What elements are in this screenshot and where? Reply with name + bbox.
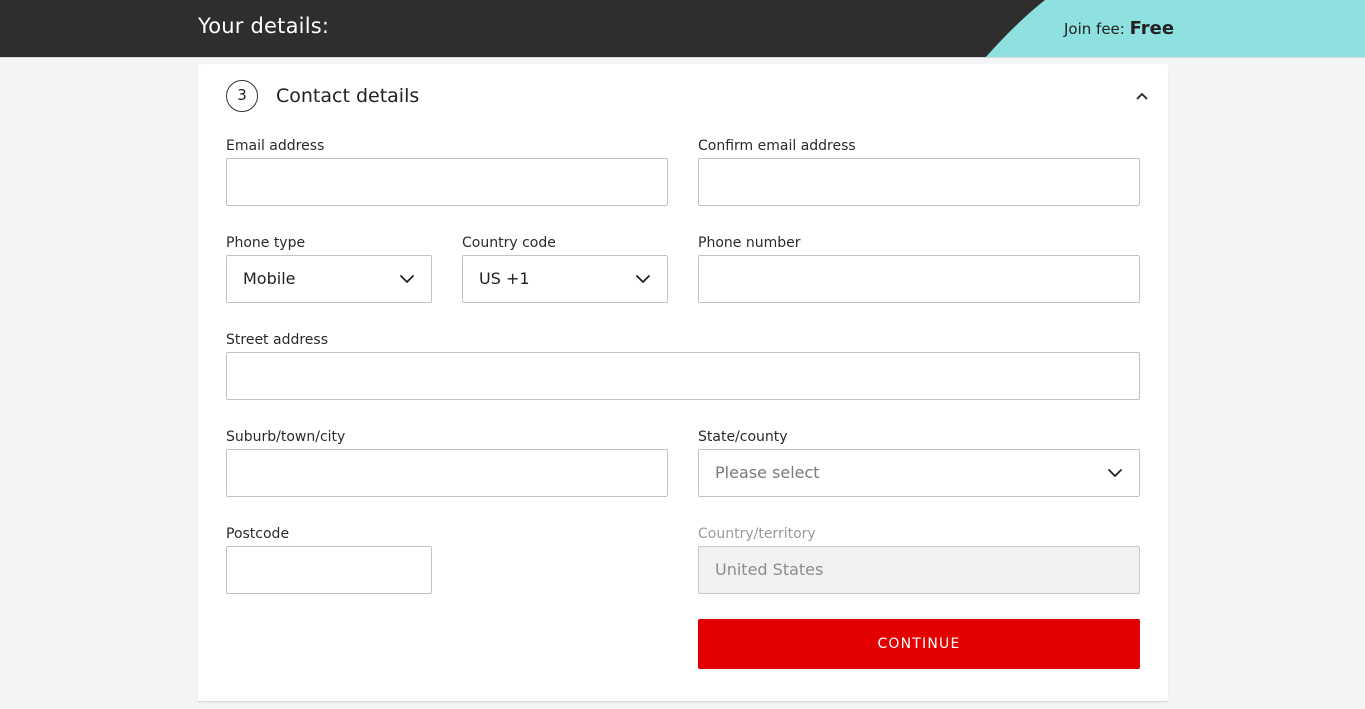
- chevron-down-icon: [400, 275, 414, 283]
- country-code-value: US +1: [479, 269, 530, 288]
- street-address-input[interactable]: [226, 352, 1140, 400]
- postcode-input[interactable]: [226, 546, 432, 594]
- join-fee-banner-background: [985, 0, 1365, 57]
- confirm-email-label: Confirm email address: [698, 138, 856, 154]
- join-fee: Join fee: Free: [1064, 18, 1174, 39]
- join-fee-value: Free: [1129, 18, 1175, 39]
- phone-number-input[interactable]: [698, 255, 1140, 303]
- postcode-label: Postcode: [226, 526, 290, 542]
- phone-type-select[interactable]: Mobile: [226, 255, 432, 303]
- continue-button[interactable]: CONTINUE: [698, 619, 1140, 669]
- state-label: State/county: [698, 429, 788, 445]
- join-fee-label: Join fee:: [1064, 20, 1125, 38]
- step-number-badge: 3: [226, 80, 258, 112]
- email-label: Email address: [226, 138, 325, 154]
- state-select-placeholder: Please select: [715, 463, 820, 482]
- suburb-input[interactable]: [226, 449, 668, 497]
- chevron-up-icon[interactable]: [1135, 89, 1149, 103]
- suburb-label: Suburb/town/city: [226, 429, 346, 445]
- phone-type-value: Mobile: [243, 269, 296, 288]
- chevron-down-icon: [636, 275, 650, 283]
- page-title: Your details:: [198, 14, 330, 38]
- phone-type-label: Phone type: [226, 235, 306, 251]
- country-territory-label: Country/territory: [698, 526, 816, 542]
- header-bar: Your details: Join fee: Free: [0, 0, 1365, 58]
- state-select[interactable]: Please select: [698, 449, 1140, 497]
- chevron-down-icon: [1108, 469, 1122, 477]
- country-code-label: Country code: [462, 235, 556, 251]
- phone-number-label: Phone number: [698, 235, 801, 251]
- confirm-email-input[interactable]: [698, 158, 1140, 206]
- street-address-label: Street address: [226, 332, 328, 348]
- country-territory-field: United States: [698, 546, 1140, 594]
- email-input[interactable]: [226, 158, 668, 206]
- section-title: Contact details: [276, 85, 420, 107]
- card-divider: [198, 701, 1168, 702]
- country-code-select[interactable]: US +1: [462, 255, 668, 303]
- country-territory-value: United States: [715, 560, 824, 579]
